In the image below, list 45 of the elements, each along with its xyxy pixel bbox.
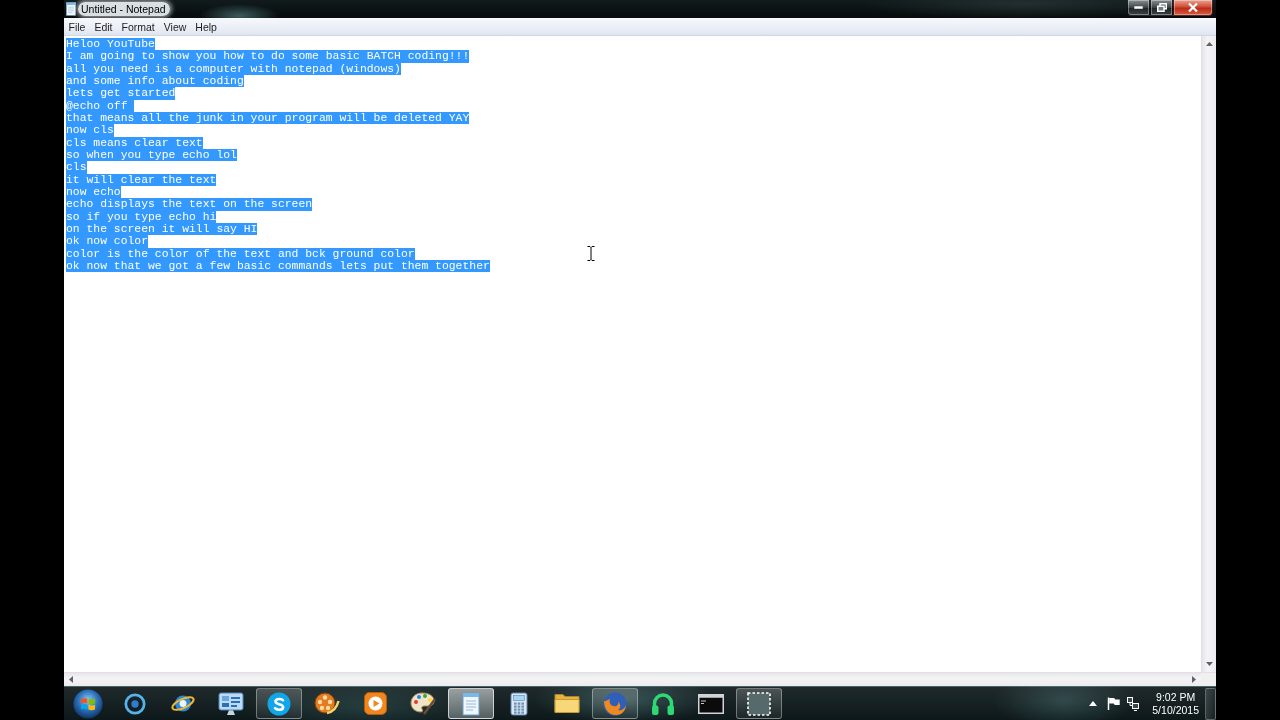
window-title: Untitled - Notepad <box>78 2 170 16</box>
globe-icon <box>603 691 627 716</box>
play-icon[interactable] <box>363 692 387 715</box>
right-arrow-icon[interactable] <box>1192 676 1196 683</box>
menu-item[interactable]: View <box>159 18 191 35</box>
clock-date[interactable]: 5/10/2015 <box>1152 703 1199 717</box>
menu-item[interactable]: Format <box>117 18 160 35</box>
menu-item[interactable]: File <box>64 18 90 35</box>
show-desktop-button[interactable] <box>1205 687 1216 720</box>
calculator-icon[interactable] <box>510 691 528 716</box>
s-logo-icon <box>267 691 291 716</box>
film-reel-icon[interactable] <box>314 692 340 715</box>
notepad-icon <box>462 691 480 716</box>
network-icon[interactable] <box>1127 696 1140 711</box>
text-editor[interactable] <box>64 36 1201 672</box>
ring-icon[interactable] <box>124 692 146 715</box>
flag-icon[interactable] <box>1107 697 1121 710</box>
start-orb-icon[interactable] <box>72 688 103 719</box>
restore-button[interactable] <box>1150 0 1173 16</box>
restore-icon <box>1156 3 1167 12</box>
dashed-selection-icon <box>747 691 771 716</box>
left-arrow-icon[interactable] <box>69 676 73 683</box>
vertical-scrollbar[interactable] <box>1201 36 1216 672</box>
close-button[interactable] <box>1173 0 1213 16</box>
up-arrow-icon[interactable] <box>1089 701 1098 706</box>
menu-item[interactable]: Edit <box>89 18 117 35</box>
terminal-icon[interactable] <box>698 693 724 714</box>
dashboard-icon[interactable] <box>218 691 244 716</box>
text-cursor-icon <box>587 246 595 261</box>
palette-icon[interactable] <box>410 692 436 715</box>
clock-time[interactable]: 9:02 PM <box>1156 690 1196 704</box>
minimize-icon <box>1134 6 1143 9</box>
taskbar-button[interactable] <box>256 688 302 719</box>
minimize-button[interactable] <box>1127 0 1150 16</box>
folder-icon[interactable] <box>554 693 580 714</box>
globe-ring-icon[interactable] <box>170 695 196 712</box>
headphones-icon[interactable] <box>651 691 675 716</box>
taskbar-button[interactable] <box>736 688 782 719</box>
notepad-icon <box>65 2 77 16</box>
up-arrow-icon[interactable] <box>1205 42 1213 46</box>
scrollbar-corner <box>1201 672 1216 686</box>
horizontal-scrollbar[interactable] <box>64 672 1201 686</box>
down-arrow-icon[interactable] <box>1205 662 1213 666</box>
menu-item[interactable]: Help <box>190 18 222 35</box>
close-icon <box>1188 3 1198 12</box>
